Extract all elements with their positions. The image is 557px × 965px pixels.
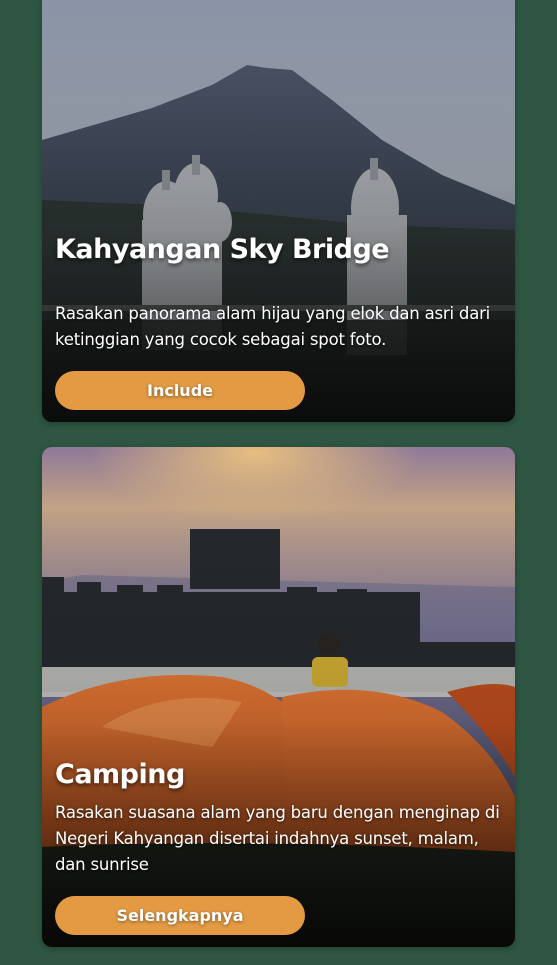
card-description: Rasakan suasana alam yang baru dengan me… xyxy=(55,803,500,874)
card-title: Kahyangan Sky Bridge xyxy=(55,234,390,265)
card-description: Rasakan panorama alam hijau yang elok da… xyxy=(55,304,491,349)
destination-card-sky-bridge: Kahyangan Sky Bridge Rasakan panorama al… xyxy=(42,0,515,422)
sky-bridge-photo xyxy=(42,0,515,422)
selengkapnya-button[interactable]: Selengkapnya xyxy=(55,896,305,935)
destination-card-camping: Camping Rasakan suasana alam yang baru d… xyxy=(42,447,515,947)
include-button[interactable]: Include xyxy=(55,371,305,410)
card-title: Camping xyxy=(55,759,185,790)
